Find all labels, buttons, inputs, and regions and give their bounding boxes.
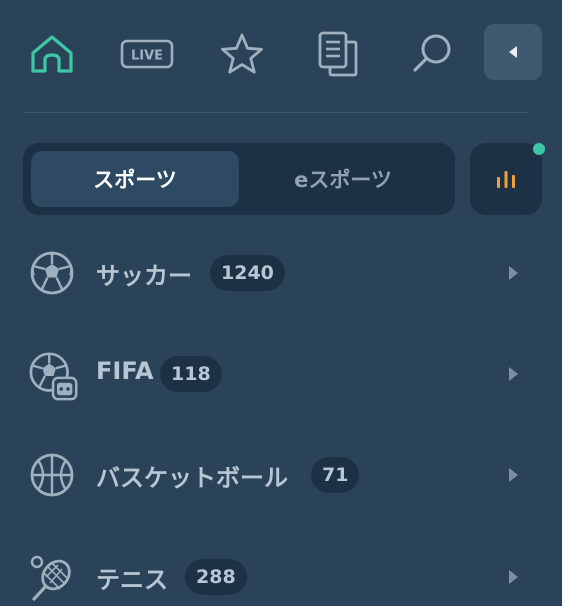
top-navigation: LIVE [0,0,562,110]
chevron-right-icon [509,266,518,280]
sport-label: バスケットボール [96,464,288,492]
sport-item-basketball[interactable]: バスケットボール 71 [0,444,562,504]
sport-count-badge: 71 [311,457,360,493]
sport-count-badge: 288 [185,559,247,595]
bar-chart-icon [497,171,515,188]
chevron-right-icon [509,367,518,381]
notification-dot [533,143,545,155]
chevron-right-icon [509,468,518,482]
sport-count-badge: 118 [160,356,222,392]
sport-item-tennis[interactable]: テニス 288 [0,546,562,606]
tennis-icon [30,555,71,601]
sport-label: サッカー [96,262,192,290]
soccer-ball-icon [30,251,74,295]
tab-esports[interactable]: eスポーツ [239,151,447,207]
star-icon[interactable] [216,28,268,80]
stats-button[interactable] [470,143,545,215]
sport-item-soccer[interactable]: サッカー 1240 [0,242,562,302]
collapse-sidebar-button[interactable] [484,24,542,80]
home-icon[interactable] [26,28,78,80]
divider [24,112,528,113]
sport-label: テニス [96,566,168,594]
live-icon[interactable]: LIVE [120,28,174,80]
documents-icon[interactable] [312,28,364,80]
fifa-esport-icon [29,352,78,401]
collapse-left-icon [509,46,517,58]
basketball-icon [30,453,74,497]
search-icon[interactable] [406,28,458,80]
tab-sports[interactable]: スポーツ [31,151,239,207]
sport-count-badge: 1240 [210,255,285,291]
sport-label: FIFA [96,357,154,385]
sport-item-fifa[interactable]: FIFA 118 [0,343,562,403]
live-label: LIVE [131,49,163,64]
sport-type-toggle: スポーツ eスポーツ [23,143,455,215]
